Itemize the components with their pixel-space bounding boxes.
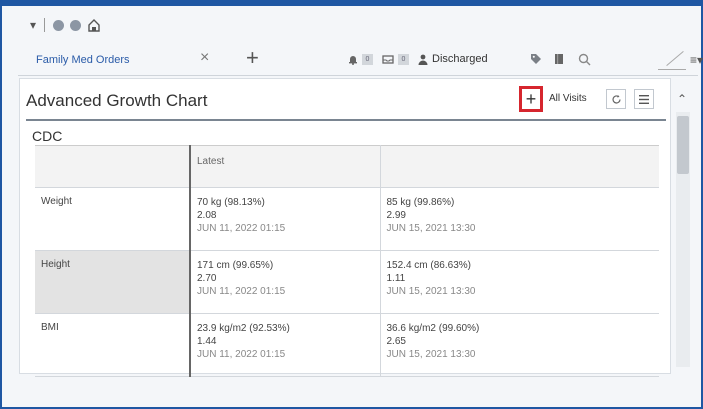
notification-count-badge: 0 — [362, 53, 373, 65]
table-row[interactable]: Weight 70 kg (98.13%) 2.08 JUN 11, 2022 … — [35, 187, 659, 251]
notifications-button[interactable]: 0 — [348, 50, 373, 68]
discharged-label: Discharged — [432, 53, 488, 65]
inbox-icon — [382, 55, 394, 64]
row-label: Weight — [35, 187, 191, 251]
measurement-date: JUN 15, 2021 13:30 — [386, 223, 476, 234]
references-button[interactable] — [554, 50, 564, 68]
measurement-value: 36.6 kg/m2 (99.60%) — [386, 323, 480, 334]
refresh-icon — [611, 94, 621, 103]
search-button[interactable] — [578, 50, 591, 68]
inbox-button[interactable]: 0 — [382, 50, 409, 68]
panel-menu-button[interactable] — [634, 89, 654, 109]
column-header — [380, 145, 659, 188]
table-row[interactable]: Height 171 cm (99.65%) 2.70 JUN 11, 2022… — [35, 250, 659, 314]
row-label: BMI — [35, 313, 191, 377]
latest-cell: 23.9 kg/m2 (92.53%) 1.44 JUN 11, 2022 01… — [190, 313, 381, 377]
window-dot-icon[interactable] — [70, 19, 82, 31]
window-top-bar — [0, 0, 703, 6]
measurement-date: JUN 11, 2022 01:15 — [197, 286, 286, 297]
panel-title: Advanced Growth Chart — [26, 91, 208, 110]
z-score: 1.44 — [197, 336, 217, 347]
tab-divider — [658, 48, 686, 70]
tab-bar: Family Med Orders × + 0 0 Discharged ≡▾ — [18, 44, 703, 76]
z-score: 2.99 — [386, 210, 406, 221]
window-dot-icon[interactable] — [53, 19, 65, 31]
person-icon — [418, 54, 428, 65]
z-score: 2.08 — [197, 210, 217, 221]
measurement-value: 152.4 cm (86.63%) — [386, 260, 472, 271]
measurement-value: 70 kg (98.13%) — [197, 197, 265, 208]
prior-cell: 152.4 cm (86.63%) 1.11 JUN 15, 2021 13:3… — [380, 250, 659, 314]
prior-cell: 36.6 kg/m2 (99.60%) 2.65 JUN 15, 2021 13… — [380, 313, 659, 377]
close-tab-button[interactable]: × — [200, 49, 209, 67]
measurement-date: JUN 15, 2021 13:30 — [386, 349, 476, 360]
prior-cell: 85 kg (99.86%) 2.99 JUN 15, 2021 13:30 — [380, 187, 659, 251]
table-row[interactable]: BMI 23.9 kg/m2 (92.53%) 1.44 JUN 11, 202… — [35, 313, 659, 377]
refresh-button[interactable] — [606, 89, 626, 109]
home-icon[interactable] — [87, 18, 101, 32]
measurement-date: JUN 11, 2022 01:15 — [197, 223, 286, 234]
scrollbar-thumb[interactable] — [677, 116, 689, 174]
title-divider — [26, 119, 666, 121]
inbox-count-badge: 0 — [398, 53, 409, 65]
row-label: Height — [35, 250, 191, 314]
menu-icon — [639, 94, 649, 104]
tags-button[interactable] — [530, 50, 542, 68]
section-title: CDC — [32, 128, 63, 144]
window-controls: ▾ — [30, 14, 101, 36]
growth-table: Latest Weight 70 kg (98.13%) 2.08 JUN 11… — [35, 145, 659, 377]
growth-chart-panel: Advanced Growth Chart + All Visits CDC L… — [19, 78, 671, 377]
tag-icon — [531, 54, 541, 64]
all-visits-link[interactable]: All Visits — [549, 93, 587, 104]
measurement-date: JUN 15, 2021 13:30 — [386, 286, 476, 297]
column-header-latest: Latest — [190, 145, 381, 188]
dropdown-caret[interactable]: ▾ — [30, 18, 36, 32]
search-icon — [578, 53, 591, 65]
discharged-filter-button[interactable]: Discharged — [418, 50, 488, 68]
column-header — [35, 145, 191, 188]
z-score: 2.65 — [386, 336, 406, 347]
measurement-value: 23.9 kg/m2 (92.53%) — [197, 323, 290, 334]
add-button[interactable]: + — [519, 86, 543, 112]
tab-family-med-orders[interactable]: Family Med Orders — [36, 54, 130, 66]
measurement-date: JUN 11, 2022 01:15 — [197, 349, 286, 360]
table-header-row: Latest — [35, 145, 659, 188]
book-icon — [555, 54, 563, 64]
add-tab-button[interactable]: + — [246, 45, 259, 71]
z-score: 2.70 — [197, 273, 217, 284]
separator — [44, 18, 46, 32]
measurement-value: 171 cm (99.65%) — [197, 260, 274, 271]
latest-cell: 171 cm (99.65%) 2.70 JUN 11, 2022 01:15 — [190, 250, 381, 314]
latest-cell: 70 kg (98.13%) 2.08 JUN 11, 2022 01:15 — [190, 187, 381, 251]
scroll-up-arrow-icon[interactable]: ⌃ — [677, 92, 687, 106]
z-score: 1.11 — [386, 273, 406, 284]
bell-icon — [349, 55, 357, 65]
measurement-value: 85 kg (99.86%) — [386, 197, 455, 208]
tab-menu-icon[interactable]: ≡▾ — [690, 53, 703, 67]
